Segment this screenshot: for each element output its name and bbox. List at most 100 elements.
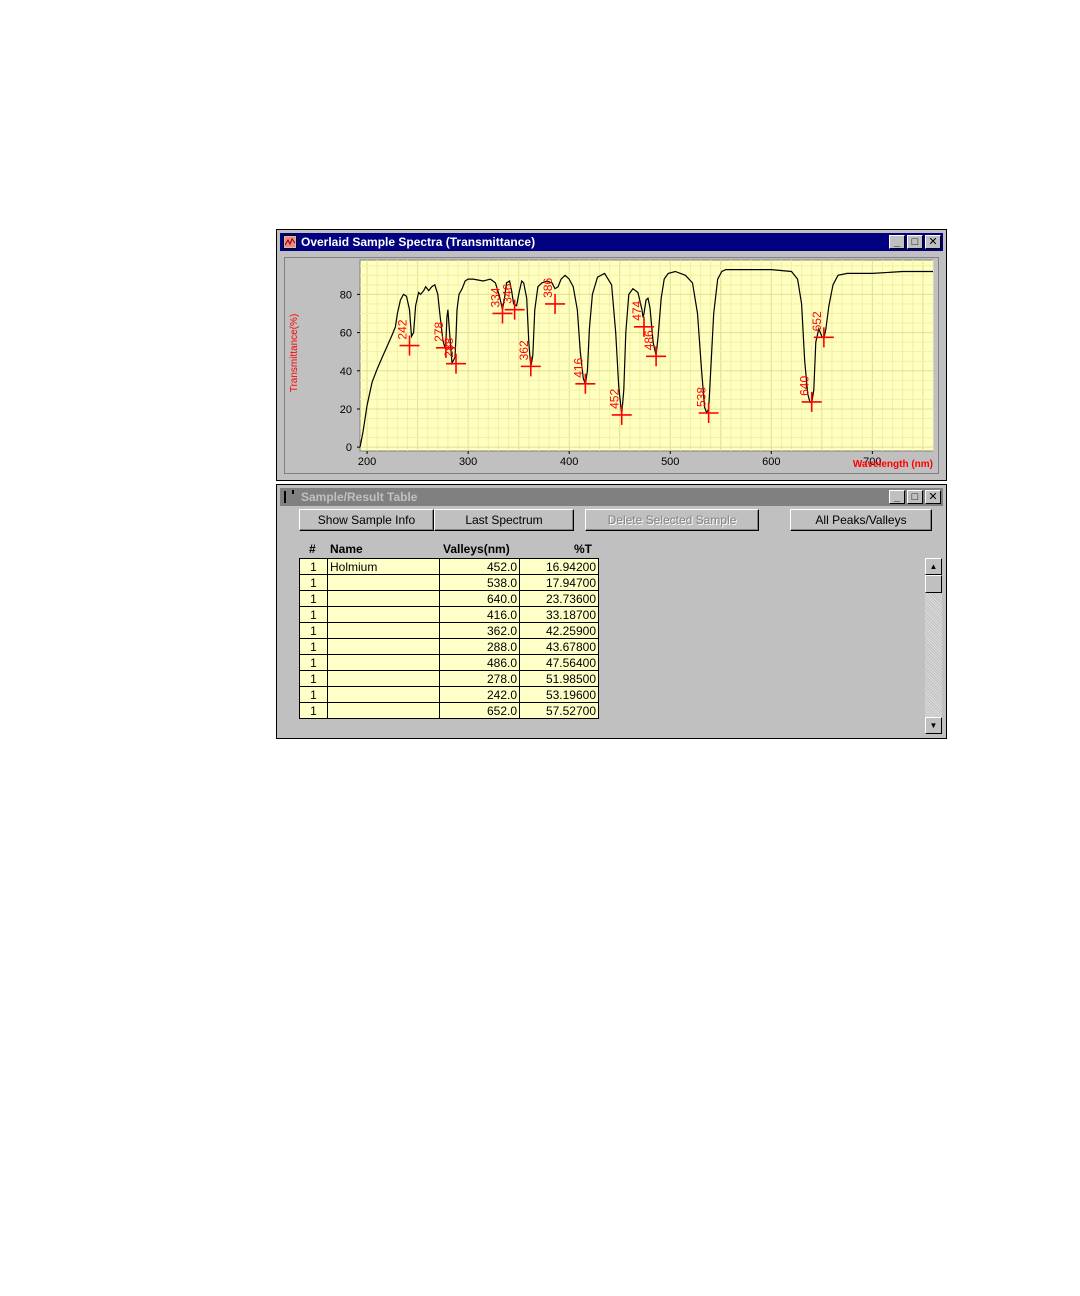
row-transmittance-cell[interactable]: 57.52700 (519, 702, 599, 719)
row-valley-cell[interactable]: 640.0 (439, 590, 520, 607)
row-transmittance-cell[interactable]: 23.73600 (519, 590, 599, 607)
table-row[interactable]: 1 288.0 43.67800 (299, 638, 599, 655)
y-axis-label: Transmittance(%) (289, 314, 300, 393)
table-row[interactable]: 1 538.0 17.94700 (299, 574, 599, 591)
maximize-button[interactable]: □ (907, 490, 923, 504)
row-name-cell[interactable] (327, 574, 440, 591)
scroll-up-arrow-icon[interactable]: ▲ (925, 558, 942, 575)
spectra-window: Overlaid Sample Spectra (Transmittance) … (276, 229, 947, 481)
row-transmittance-cell[interactable]: 53.19600 (519, 686, 599, 703)
row-name-cell[interactable]: Holmium (327, 558, 440, 575)
row-transmittance-cell[interactable]: 43.67800 (519, 638, 599, 655)
scroll-thumb[interactable] (925, 575, 942, 593)
spectrum-plot[interactable]: 200 300 400 500 600 700 0 20 40 60 80 242 278 288 334 3… (284, 257, 939, 474)
valley-marker-label: 362 (517, 340, 531, 360)
table-row[interactable]: 1 486.0 47.56400 (299, 654, 599, 671)
row-valley-cell[interactable]: 452.0 (439, 558, 520, 575)
column-header-valleys: Valleys(nm) (443, 542, 510, 556)
valley-marker-label: 474 (630, 300, 644, 320)
y-tick-label: 80 (340, 289, 352, 301)
row-name-cell[interactable] (327, 638, 440, 655)
row-number-cell[interactable]: 1 (299, 654, 328, 671)
row-valley-cell[interactable]: 242.0 (439, 686, 520, 703)
x-tick-label: 400 (560, 456, 578, 468)
valley-marker-label: 242 (396, 319, 410, 339)
table-row[interactable]: 1 278.0 51.98500 (299, 670, 599, 687)
y-tick-label: 20 (340, 404, 352, 416)
row-number-cell[interactable]: 1 (299, 574, 328, 591)
spectra-window-title: Overlaid Sample Spectra (Transmittance) (301, 235, 536, 249)
x-tick-label: 300 (459, 456, 477, 468)
row-number-cell[interactable]: 1 (299, 590, 328, 607)
all-peaks-valleys-button[interactable]: All Peaks/Valleys (790, 509, 932, 531)
row-name-cell[interactable] (327, 654, 440, 671)
table-row[interactable]: 1 Holmium 452.0 16.94200 (299, 558, 599, 575)
row-number-cell[interactable]: 1 (299, 702, 328, 719)
valley-marker-label: 416 (571, 357, 585, 377)
table-row[interactable]: 1 652.0 57.52700 (299, 702, 599, 719)
table-row[interactable]: 1 242.0 53.19600 (299, 686, 599, 703)
table-titlebar[interactable]: Sample/Result Table _ □ ✕ (280, 488, 943, 506)
row-transmittance-cell[interactable]: 42.25900 (519, 622, 599, 639)
row-name-cell[interactable] (327, 622, 440, 639)
table-row[interactable]: 1 362.0 42.25900 (299, 622, 599, 639)
row-number-cell[interactable]: 1 (299, 686, 328, 703)
row-name-cell[interactable] (327, 590, 440, 607)
row-name-cell[interactable] (327, 686, 440, 703)
last-spectrum-button[interactable]: Last Spectrum (434, 509, 574, 531)
close-button[interactable]: ✕ (925, 490, 941, 504)
row-transmittance-cell[interactable]: 33.18700 (519, 606, 599, 623)
row-number-cell[interactable]: 1 (299, 638, 328, 655)
row-valley-cell[interactable]: 288.0 (439, 638, 520, 655)
maximize-button[interactable]: □ (907, 235, 923, 249)
table-window-title: Sample/Result Table (301, 490, 418, 504)
valley-marker-label: 652 (810, 311, 824, 331)
row-name-cell[interactable] (327, 702, 440, 719)
valley-marker-label: 346 (501, 283, 515, 303)
x-tick-label: 500 (661, 456, 679, 468)
y-tick-label: 40 (340, 366, 352, 378)
row-valley-cell[interactable]: 278.0 (439, 670, 520, 687)
row-transmittance-cell[interactable]: 16.94200 (519, 558, 599, 575)
row-number-cell[interactable]: 1 (299, 670, 328, 687)
valley-marker-label: 538 (695, 387, 709, 407)
vertical-scrollbar[interactable]: ▲ ▼ (925, 558, 942, 734)
table-row[interactable]: 1 640.0 23.73600 (299, 590, 599, 607)
spectrum-app-icon (283, 235, 297, 249)
table-row[interactable]: 1 416.0 33.18700 (299, 606, 599, 623)
table-window-icon (284, 490, 294, 503)
row-valley-cell[interactable]: 652.0 (439, 702, 520, 719)
results-table: 1 Holmium 452.0 16.94200 1 538.0 17.94700 1 640.… (299, 558, 599, 719)
column-header-transmittance: %T (574, 542, 592, 556)
row-valley-cell[interactable]: 416.0 (439, 606, 520, 623)
row-transmittance-cell[interactable]: 47.56400 (519, 654, 599, 671)
row-transmittance-cell[interactable]: 17.94700 (519, 574, 599, 591)
spectra-titlebar[interactable]: Overlaid Sample Spectra (Transmittance) … (280, 233, 943, 251)
row-name-cell[interactable] (327, 606, 440, 623)
x-tick-label: 200 (358, 456, 376, 468)
row-number-cell[interactable]: 1 (299, 606, 328, 623)
row-transmittance-cell[interactable]: 51.98500 (519, 670, 599, 687)
close-button[interactable]: ✕ (925, 235, 941, 249)
column-header-num: # (309, 542, 316, 556)
valley-marker-label: 452 (608, 389, 622, 409)
valley-marker-label: 386 (541, 278, 555, 298)
x-axis-label: Wavelength (nm) (853, 459, 933, 470)
scroll-down-arrow-icon[interactable]: ▼ (925, 717, 942, 734)
column-header-name: Name (330, 542, 363, 556)
y-tick-label: 60 (340, 328, 352, 340)
show-sample-info-button[interactable]: Show Sample Info (299, 509, 434, 531)
x-tick-label: 600 (762, 456, 780, 468)
row-valley-cell[interactable]: 486.0 (439, 654, 520, 671)
minimize-button[interactable]: _ (889, 235, 905, 249)
row-number-cell[interactable]: 1 (299, 558, 328, 575)
delete-selected-sample-button[interactable]: Delete Selected Sample (585, 509, 759, 531)
row-valley-cell[interactable]: 538.0 (439, 574, 520, 591)
spectrum-chart[interactable]: 200 300 400 500 600 700020406080242 2782883343… (285, 258, 938, 473)
sample-result-window: Sample/Result Table _ □ ✕ Show Sample In… (276, 484, 947, 739)
row-valley-cell[interactable]: 362.0 (439, 622, 520, 639)
minimize-button[interactable]: _ (889, 490, 905, 504)
row-name-cell[interactable] (327, 670, 440, 687)
row-number-cell[interactable]: 1 (299, 622, 328, 639)
valley-marker-label: 288 (442, 337, 456, 357)
